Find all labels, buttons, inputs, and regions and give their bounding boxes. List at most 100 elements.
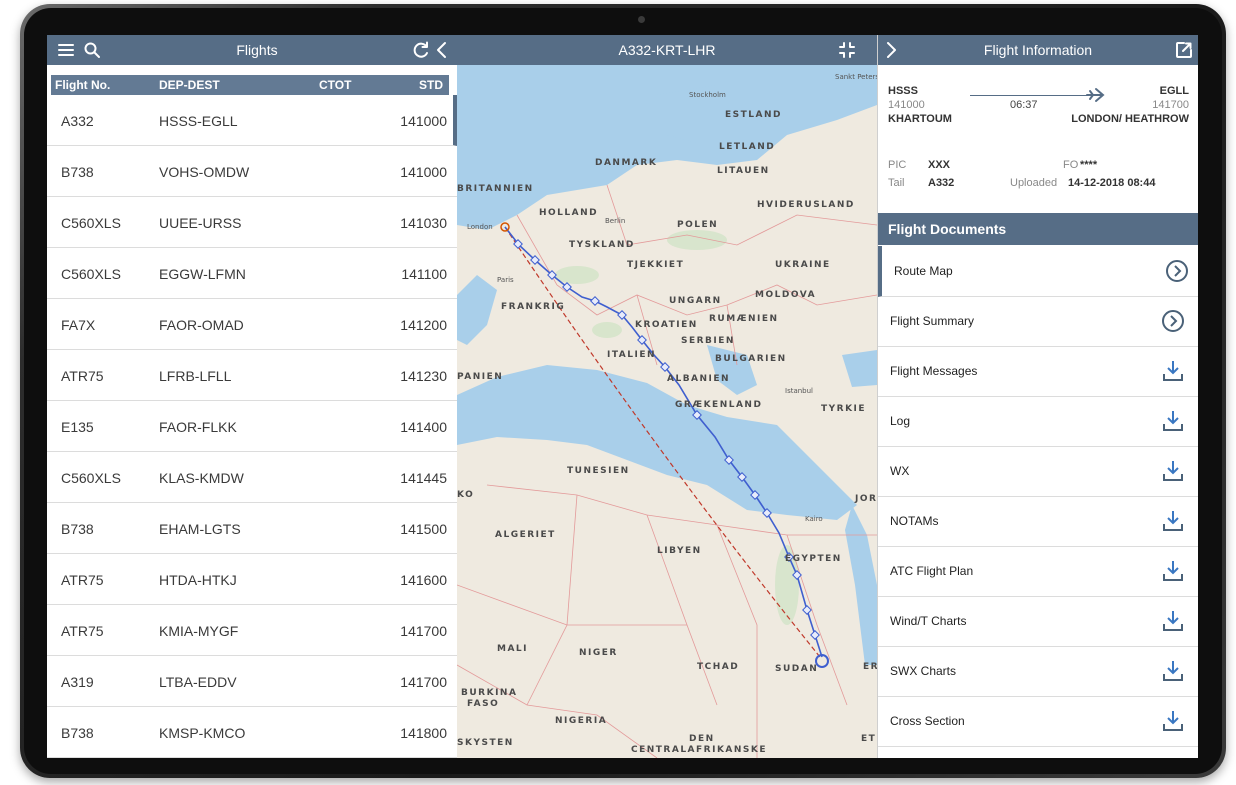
flight-std: 141100 xyxy=(401,266,447,282)
map-label: LIBYEN xyxy=(657,546,702,556)
edit-icon[interactable] xyxy=(1175,41,1193,59)
camera-dot xyxy=(638,16,645,23)
download-icon[interactable] xyxy=(1161,459,1185,483)
flight-std: 141600 xyxy=(400,572,447,588)
doc-notams[interactable]: NOTAMs xyxy=(878,496,1198,547)
flight-std: 141445 xyxy=(400,470,447,486)
flight-row[interactable]: B738 KMSP-KMCO 141800 xyxy=(47,707,457,758)
doc-label: NOTAMs xyxy=(890,514,939,528)
download-icon[interactable] xyxy=(1161,609,1185,633)
map-label: NIGERIA xyxy=(555,716,607,726)
flight-no: ATR75 xyxy=(61,572,104,588)
flight-row[interactable]: A319 LTBA-EDDV 141700 xyxy=(47,656,457,707)
flights-title: Flights xyxy=(236,42,278,58)
map-label: SUDAN xyxy=(775,664,818,674)
doc-label: Flight Messages xyxy=(890,364,978,378)
documents-header: Flight Documents xyxy=(878,213,1198,245)
flight-row[interactable]: E135 FAOR-FLKK 141400 xyxy=(47,401,457,452)
map-label: LITAUEN xyxy=(717,166,770,176)
flight-row[interactable]: ATR75 KMIA-MYGF 141700 xyxy=(47,605,457,656)
doc-log[interactable]: Log xyxy=(878,396,1198,447)
doc-wx[interactable]: WX xyxy=(878,446,1198,497)
map-label: TCHAD xyxy=(697,662,739,672)
flight-row[interactable]: C560XLS EGGW-LFMN 141100 xyxy=(47,248,457,299)
map-label: DANMARK xyxy=(595,158,657,168)
map-label: Paris xyxy=(497,276,514,284)
flight-info-header: Flight Information xyxy=(878,35,1198,65)
map-label: TUNESIEN xyxy=(567,466,630,476)
pic-label: PIC xyxy=(888,159,907,171)
flight-row[interactable]: A332 HSSS-EGLL 141000 xyxy=(47,95,457,146)
map-label: UNGARN xyxy=(669,296,722,306)
col-std[interactable]: STD xyxy=(419,78,443,92)
flight-route: LFRB-LFLL xyxy=(159,368,232,384)
doc-cross-section[interactable]: Cross Section xyxy=(878,696,1198,747)
download-icon[interactable] xyxy=(1161,559,1185,583)
col-dep-dest[interactable]: DEP-DEST xyxy=(159,78,220,92)
dep-city: KHARTOUM xyxy=(888,113,952,125)
chevron-circle-icon[interactable] xyxy=(1165,259,1189,283)
flight-row[interactable]: FA7X FAOR-OMAD 141200 xyxy=(47,299,457,350)
doc-flight-messages[interactable]: Flight Messages xyxy=(878,346,1198,397)
chevron-right-icon[interactable] xyxy=(884,41,898,59)
download-icon[interactable] xyxy=(1161,409,1185,433)
map-label: MOLDOVA xyxy=(755,290,816,300)
doc-atc-flight-plan[interactable]: ATC Flight Plan xyxy=(878,546,1198,597)
flight-std: 141000 xyxy=(400,164,447,180)
flight-row[interactable]: B738 VOHS-OMDW 141000 xyxy=(47,146,457,197)
map-label: MALI xyxy=(497,644,528,654)
fullscreen-icon[interactable] xyxy=(838,41,856,59)
refresh-icon[interactable] xyxy=(412,41,430,59)
flight-no: ATR75 xyxy=(61,368,104,384)
flight-row[interactable]: C560XLS KLAS-KMDW 141445 xyxy=(47,452,457,503)
tail-value: A332 xyxy=(928,177,955,189)
download-icon[interactable] xyxy=(1161,509,1185,533)
fo-label: FO xyxy=(1063,159,1079,171)
doc-route-map[interactable]: Route Map xyxy=(878,246,1198,297)
map-label: JORD xyxy=(854,494,877,504)
map-label: HVIDERUSLAND xyxy=(757,200,855,210)
map-label: HOLLAND xyxy=(539,208,598,218)
flight-no: A319 xyxy=(61,674,94,690)
chevron-left-icon[interactable] xyxy=(435,41,449,59)
menu-icon[interactable] xyxy=(57,42,75,58)
map-label: ET xyxy=(861,734,876,744)
flight-std: 141400 xyxy=(400,419,447,435)
flight-route: HTDA-HTKJ xyxy=(159,572,237,588)
tail-label: Tail xyxy=(888,177,905,189)
flight-route: UUEE-URSS xyxy=(159,215,242,231)
uploaded-label: Uploaded xyxy=(1010,177,1058,189)
flight-row[interactable]: ATR75 LFRB-LFLL 141230 xyxy=(47,350,457,401)
map-label: Sankt Peters xyxy=(835,73,877,81)
flight-info-title: Flight Information xyxy=(983,42,1093,58)
documents-title: Flight Documents xyxy=(888,221,1007,237)
dep-time: 141000 xyxy=(888,99,925,111)
flight-row[interactable]: C560XLS UUEE-URSS 141030 xyxy=(47,197,457,248)
map-label: ESTLAND xyxy=(725,110,782,120)
route-map[interactable]: Sankt Peters Stockholm ESTLAND LETLAND D… xyxy=(457,65,877,758)
flight-route: VOHS-OMDW xyxy=(159,164,250,180)
flight-row[interactable]: ATR75 HTDA-HTKJ 141600 xyxy=(47,554,457,605)
search-icon[interactable] xyxy=(83,41,101,59)
doc-swx-charts[interactable]: SWX Charts xyxy=(878,646,1198,697)
col-ctot[interactable]: CTOT xyxy=(319,78,351,92)
flight-row[interactable]: B738 EHAM-LGTS 141500 xyxy=(47,503,457,554)
map-label: BRITANNIEN xyxy=(457,184,534,194)
col-flight-no[interactable]: Flight No. xyxy=(55,78,110,92)
map-label: ER xyxy=(863,662,877,672)
doc-label: SWX Charts xyxy=(890,664,957,678)
flight-route: LTBA-EDDV xyxy=(159,674,237,690)
download-icon[interactable] xyxy=(1161,359,1185,383)
flight-no: ATR75 xyxy=(61,623,104,639)
map-label: NIGER xyxy=(579,648,618,658)
arr-city: LONDON/ HEATHROW xyxy=(1071,113,1189,125)
map-label: LETLAND xyxy=(719,142,775,152)
map-label: UKRAINE xyxy=(775,260,831,270)
download-icon[interactable] xyxy=(1161,659,1185,683)
download-icon[interactable] xyxy=(1161,709,1185,733)
chevron-circle-icon[interactable] xyxy=(1161,309,1185,333)
doc-wind-t-charts[interactable]: Wind/T Charts xyxy=(878,596,1198,647)
doc-label: Log xyxy=(890,414,911,428)
doc-flight-summary[interactable]: Flight Summary xyxy=(878,296,1198,347)
flight-std: 141700 xyxy=(400,674,447,690)
